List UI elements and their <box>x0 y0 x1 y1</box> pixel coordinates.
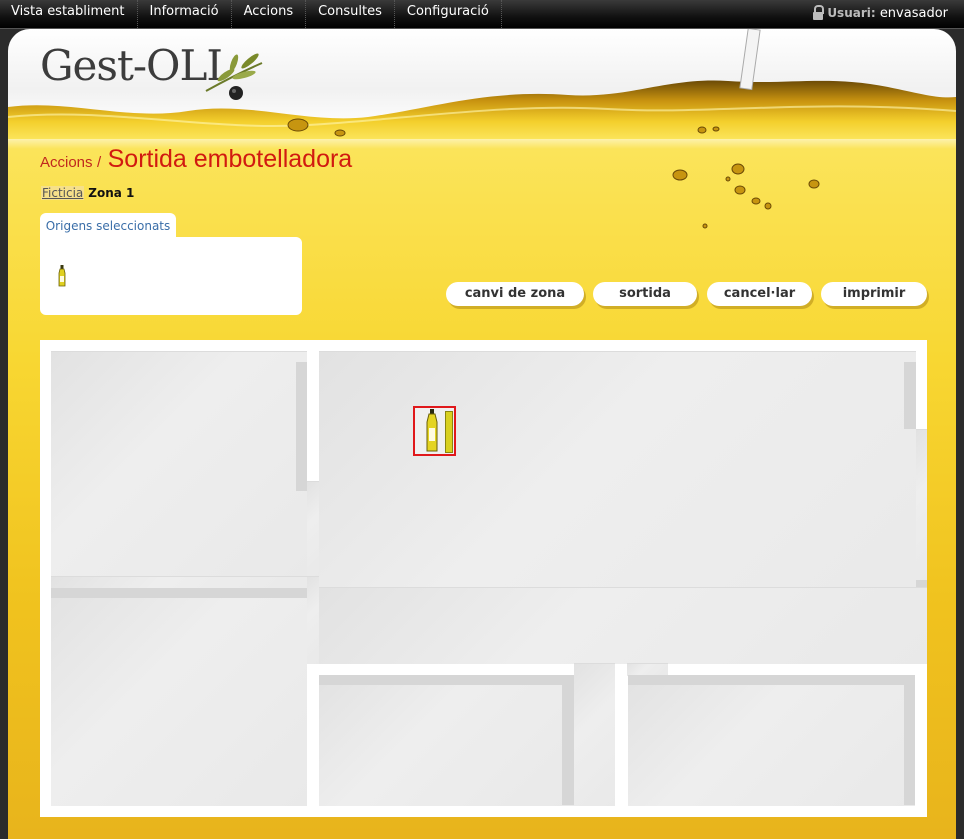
user-name[interactable]: envasador <box>880 6 948 21</box>
floor-plan <box>40 340 927 817</box>
wall-shadow <box>296 362 307 491</box>
zone-current: Zona 1 <box>88 186 135 200</box>
menu-item-accions[interactable]: Accions <box>232 0 307 28</box>
main-menu: Vista establiment Informació Accions Con… <box>0 0 502 28</box>
wall-shadow <box>628 675 915 685</box>
page-heading: Accions / Sortida embotelladora <box>40 145 352 174</box>
cancel-button[interactable]: cancel·lar <box>707 282 812 306</box>
menu-item-vista-establiment[interactable]: Vista establiment <box>0 0 138 28</box>
corridor-connector <box>307 481 319 577</box>
oil-bottle-icon[interactable] <box>58 265 66 287</box>
wall-shadow <box>904 362 916 429</box>
wall-shadow <box>51 588 319 598</box>
olive-branch-icon <box>205 53 263 100</box>
page-title: Sortida embotelladora <box>107 145 353 173</box>
origins-panel <box>40 237 302 315</box>
origins-tab[interactable]: Origens seleccionats <box>40 213 176 239</box>
zone-breadcrumb: Ficticia Zona 1 <box>41 186 134 200</box>
user-label: Usuari: <box>827 6 876 20</box>
main-panel: Gest-OLI Accions / Sortida embotelladora… <box>8 29 956 839</box>
user-info: Usuari: envasador <box>813 0 948 28</box>
print-button[interactable]: imprimir <box>821 282 927 306</box>
breadcrumb-accions[interactable]: Accions <box>40 154 93 171</box>
corridor-lower-connector <box>307 576 319 664</box>
bottle-level-bar <box>445 411 453 453</box>
corridor-lower-middle <box>574 663 615 806</box>
wall-shadow <box>916 580 927 587</box>
oil-bottle-icon <box>426 409 438 452</box>
top-menu-bar: Vista establiment Informació Accions Con… <box>0 0 964 29</box>
room-top-left[interactable] <box>51 351 307 577</box>
wall-shadow <box>904 675 915 805</box>
selected-bottle-slot[interactable] <box>413 406 456 456</box>
wall-shadow <box>562 675 574 805</box>
room-main-lower <box>319 587 927 664</box>
app-logo[interactable]: Gest-OLI <box>40 41 223 90</box>
menu-item-configuracio[interactable]: Configuració <box>395 0 502 28</box>
room-main-extension <box>916 429 927 581</box>
change-zone-button[interactable]: canvi de zona <box>446 282 584 306</box>
breadcrumb-separator: / <box>96 154 102 171</box>
exit-button[interactable]: sortida <box>593 282 697 306</box>
lock-icon <box>813 5 825 20</box>
menu-item-consultes[interactable]: Consultes <box>306 0 395 28</box>
wall-shadow <box>319 675 574 685</box>
room-bottom-middle[interactable] <box>319 675 574 806</box>
menu-item-informacio[interactable]: Informació <box>138 0 232 28</box>
zone-link-ficticia[interactable]: Ficticia <box>41 186 85 200</box>
room-bottom-right[interactable] <box>628 675 915 806</box>
room-bottom-left[interactable] <box>51 588 307 806</box>
